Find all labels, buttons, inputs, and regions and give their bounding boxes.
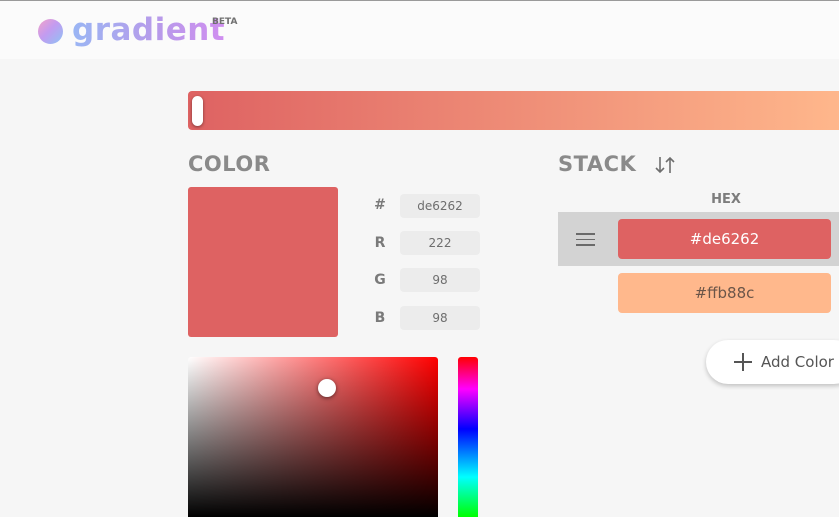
stack-color-chip-2[interactable]: #ffb88c [618,273,831,313]
app-header: gradient BETA [0,1,839,59]
hue-slider[interactable] [458,357,478,517]
add-color-button[interactable]: Add Color [706,340,839,384]
plus-icon [734,353,752,371]
logo-dot-icon [38,19,63,44]
stack-color-chip-1[interactable]: #de6262 [618,219,831,259]
gradient-stop-handle[interactable] [192,96,203,126]
stack-section-title: STACK [558,152,637,176]
gradient-preview-bar[interactable] [188,91,839,130]
beta-badge: BETA [212,17,238,27]
saturation-value-picker[interactable] [188,357,438,517]
app-logo-text[interactable]: gradient [72,10,225,50]
picker-cursor-handle[interactable] [318,379,336,397]
color-swatch [188,187,338,337]
hex-field-label: # [374,197,386,213]
sort-arrows-icon[interactable] [654,155,676,175]
red-field-label: R [374,235,386,251]
blue-input[interactable]: 98 [400,306,480,330]
add-color-label: Add Color [761,353,834,371]
green-field-label: G [374,272,386,288]
hex-column-header: HEX [711,192,741,207]
red-input[interactable]: 222 [400,231,480,255]
blue-field-label: B [374,310,386,326]
hex-input[interactable]: de6262 [400,194,480,218]
drag-handle-icon[interactable] [576,233,595,246]
green-input[interactable]: 98 [400,268,480,292]
color-section-title: COLOR [188,152,271,176]
